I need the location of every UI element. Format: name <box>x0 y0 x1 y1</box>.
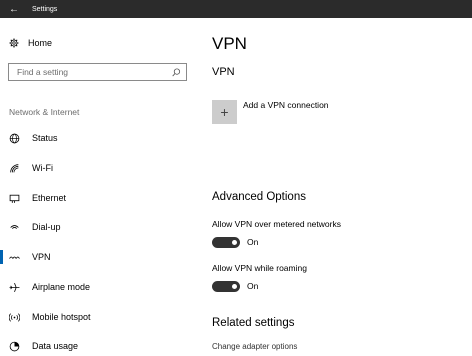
add-vpn-label[interactable]: Add a VPN connection <box>243 100 329 110</box>
main-content: VPN VPN + Add a VPN connection Advanced … <box>212 18 472 354</box>
change-adapter-options-link[interactable]: Change adapter options <box>212 342 297 351</box>
roaming-option-label: Allow VPN while roaming <box>212 263 307 273</box>
sidebar-item-label: Airplane mode <box>32 282 91 292</box>
title-bar: ← Settings <box>0 0 472 18</box>
toggle-knob <box>232 240 237 245</box>
dialup-icon <box>8 221 20 233</box>
sidebar-item-label: Data usage <box>32 341 79 351</box>
hotspot-icon <box>8 311 20 323</box>
vpn-icon <box>8 251 20 263</box>
sidebar-item-label: Wi-Fi <box>32 163 53 173</box>
add-vpn-button[interactable]: + <box>212 100 237 124</box>
section-label: Network & Internet <box>9 107 80 117</box>
ethernet-icon <box>8 192 20 204</box>
wifi-icon <box>8 162 20 174</box>
sidebar-item-label: Mobile hotspot <box>32 312 91 322</box>
section-heading-vpn: VPN <box>212 66 235 78</box>
globe-icon <box>8 132 20 144</box>
sidebar-item-vpn[interactable]: VPN <box>0 247 196 267</box>
sidebar: Home Find a setting Network & Internet S… <box>0 18 196 354</box>
sidebar-item-wifi[interactable]: Wi-Fi <box>0 158 196 178</box>
toggle-knob <box>232 284 237 289</box>
metered-option-label: Allow VPN over metered networks <box>212 219 341 229</box>
gear-icon <box>9 38 19 48</box>
roaming-toggle-state: On <box>247 281 259 291</box>
section-heading-related: Related settings <box>212 317 295 329</box>
sidebar-item-label: Status <box>32 133 58 143</box>
window-title: Settings <box>32 5 58 13</box>
data-usage-icon <box>8 340 20 352</box>
sidebar-item-hotspot[interactable]: Mobile hotspot <box>0 307 196 327</box>
search-input[interactable]: Find a setting <box>8 63 187 81</box>
home-label: Home <box>28 38 53 48</box>
sidebar-item-label: VPN <box>32 252 51 262</box>
airplane-icon <box>8 281 20 293</box>
search-icon <box>172 67 181 76</box>
sidebar-item-airplane[interactable]: Airplane mode <box>0 277 196 297</box>
back-arrow-icon: ← <box>9 3 19 15</box>
search-placeholder: Find a setting <box>17 67 69 77</box>
metered-toggle[interactable] <box>212 237 240 248</box>
section-heading-advanced: Advanced Options <box>212 191 306 203</box>
home-link[interactable]: Home <box>9 38 52 48</box>
plus-icon: + <box>220 104 229 120</box>
sidebar-item-label: Ethernet <box>32 193 67 203</box>
roaming-toggle[interactable] <box>212 281 240 292</box>
metered-toggle-state: On <box>247 237 259 247</box>
sidebar-item-label: Dial-up <box>32 222 61 232</box>
sidebar-item-data-usage[interactable]: Data usage <box>0 336 196 356</box>
sidebar-item-ethernet[interactable]: Ethernet <box>0 188 196 208</box>
page-title: VPN <box>212 34 247 53</box>
back-button[interactable]: ← <box>0 0 28 18</box>
sidebar-item-dialup[interactable]: Dial-up <box>0 217 196 237</box>
sidebar-item-status[interactable]: Status <box>0 128 196 148</box>
